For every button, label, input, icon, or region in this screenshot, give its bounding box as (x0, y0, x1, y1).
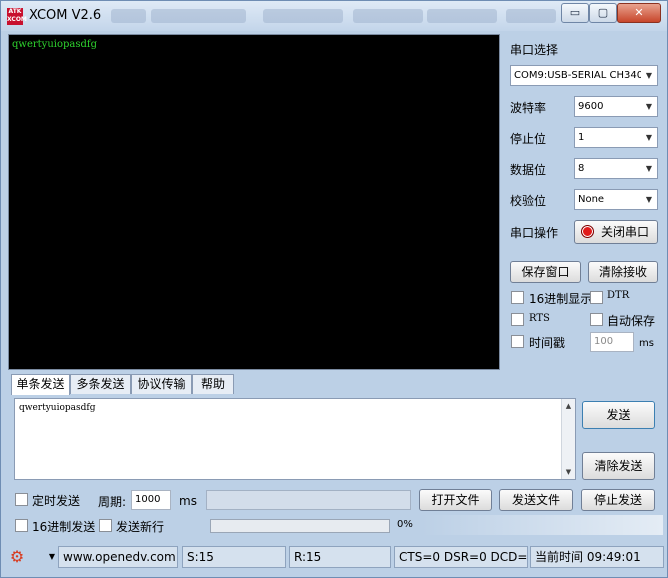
status-line-signals: CTS=0 DSR=0 DCD=0 (394, 546, 528, 568)
port-select-value: COM9:USB-SERIAL CH340 (514, 70, 644, 81)
timestamp-unit: ms (639, 338, 654, 349)
timestamp-checkbox[interactable] (511, 335, 524, 348)
stopbit-select[interactable]: 1 ▼ (574, 127, 658, 148)
faded-area (421, 515, 663, 535)
blurred-taskbar-item (263, 9, 343, 23)
stopbit-label: 停止位 (510, 132, 547, 146)
close-window-button[interactable]: ✕ (617, 3, 661, 23)
period-label: 周期: (98, 495, 127, 509)
send-progress-text: 0% (397, 519, 413, 530)
xcom-window: ATK XCOM XCOM V2.6 ▭ ▢ ✕ qwertyuiopasdfg … (0, 0, 668, 578)
port-status-icon (581, 225, 594, 238)
blurred-taskbar-item (506, 9, 556, 23)
status-bar: ⚙ ▼ www.openedv.com S:15 R:15 CTS=0 DSR=… (1, 543, 667, 577)
parity-select[interactable]: None ▼ (574, 189, 658, 210)
rts-label: RTS (529, 313, 550, 324)
clear-receive-button[interactable]: 清除接收 (588, 261, 658, 283)
databit-select[interactable]: 8 ▼ (574, 158, 658, 179)
timed-send-checkbox[interactable] (15, 493, 28, 506)
timestamp-label: 时间戳 (529, 336, 566, 350)
hex-send-label: 16进制发送 (32, 520, 96, 534)
baud-value: 9600 (578, 101, 604, 112)
hex-display-checkbox[interactable] (511, 291, 524, 304)
blurred-taskbar-item (111, 9, 146, 23)
hex-display-label: 16进制显示 (529, 292, 593, 306)
minimize-button[interactable]: ▭ (561, 3, 589, 23)
maximize-button[interactable]: ▢ (589, 3, 617, 23)
status-time: 当前时间 09:49:01 (530, 546, 664, 568)
auto-save-label: 自动保存 (607, 314, 656, 328)
period-input[interactable]: 1000 (131, 490, 171, 510)
chevron-down-icon: ▼ (641, 97, 657, 116)
timed-send-label: 定时发送 (32, 494, 81, 508)
open-file-button[interactable]: 打开文件 (419, 489, 492, 511)
send-scrollbar[interactable]: ▲ ▼ (561, 399, 575, 479)
send-text: qwertyuiopasdfg (19, 403, 96, 413)
window-title: XCOM V2.6 (29, 8, 102, 23)
timestamp-interval-input[interactable]: 100 (590, 332, 634, 352)
hex-send-checkbox[interactable] (15, 519, 28, 532)
parity-value: None (578, 194, 605, 205)
send-button[interactable]: 发送 (582, 401, 655, 429)
scroll-up-icon[interactable]: ▲ (562, 399, 575, 413)
baud-select[interactable]: 9600 ▼ (574, 96, 658, 117)
dtr-checkbox[interactable] (590, 291, 603, 304)
title-bar[interactable]: ATK XCOM XCOM V2.6 ▭ ▢ ✕ (1, 1, 667, 31)
close-port-button[interactable]: 关闭串口 (574, 220, 658, 244)
tab-protocol[interactable]: 协议传输 (131, 374, 192, 394)
chevron-down-icon: ▼ (641, 159, 657, 178)
databit-label: 数据位 (510, 163, 547, 177)
parity-label: 校验位 (510, 194, 547, 208)
send-input[interactable]: qwertyuiopasdfg ▲ ▼ (14, 398, 576, 480)
tab-single-send[interactable]: 单条发送 (11, 374, 70, 395)
send-newline-checkbox[interactable] (99, 519, 112, 532)
status-received-count: R:15 (289, 546, 391, 568)
databit-value: 8 (578, 163, 585, 174)
clear-send-button[interactable]: 清除发送 (582, 452, 655, 480)
receive-area[interactable]: qwertyuiopasdfg (8, 34, 500, 370)
status-sent-count: S:15 (182, 546, 286, 568)
blurred-taskbar-item (151, 9, 246, 23)
scroll-down-icon[interactable]: ▼ (562, 465, 575, 479)
receive-text: qwertyuiopasdfg (12, 39, 97, 50)
stop-send-button[interactable]: 停止发送 (581, 489, 655, 511)
gear-icon[interactable]: ⚙ (5, 546, 29, 568)
chevron-down-icon: ▼ (641, 128, 657, 147)
port-op-label: 串口操作 (510, 226, 559, 240)
chevron-down-icon: ▼ (641, 190, 657, 209)
port-select[interactable]: COM9:USB-SERIAL CH340 ▼ (510, 65, 658, 86)
send-file-button[interactable]: 发送文件 (499, 489, 573, 511)
period-unit: ms (179, 494, 197, 508)
save-window-button[interactable]: 保存窗口 (510, 261, 581, 283)
baud-label: 波特率 (510, 101, 547, 115)
tab-help[interactable]: 帮助 (192, 374, 234, 394)
chevron-down-icon[interactable]: ▼ (46, 546, 58, 568)
file-path-field[interactable] (206, 490, 411, 510)
chevron-down-icon: ▼ (641, 66, 657, 85)
rts-checkbox[interactable] (511, 313, 524, 326)
app-logo-icon: ATK XCOM (7, 8, 27, 25)
send-newline-label: 发送新行 (116, 520, 165, 534)
blurred-taskbar-item (353, 9, 423, 23)
blurred-taskbar-item (427, 9, 497, 23)
dtr-label: DTR (607, 290, 630, 301)
send-progress-bar (210, 519, 390, 533)
port-select-label: 串口选择 (510, 43, 559, 57)
tab-multi-send[interactable]: 多条发送 (70, 374, 131, 394)
close-port-label: 关闭串口 (600, 225, 649, 239)
stopbit-value: 1 (578, 132, 585, 143)
status-url[interactable]: www.openedv.com (58, 546, 178, 568)
auto-save-checkbox[interactable] (590, 313, 603, 326)
